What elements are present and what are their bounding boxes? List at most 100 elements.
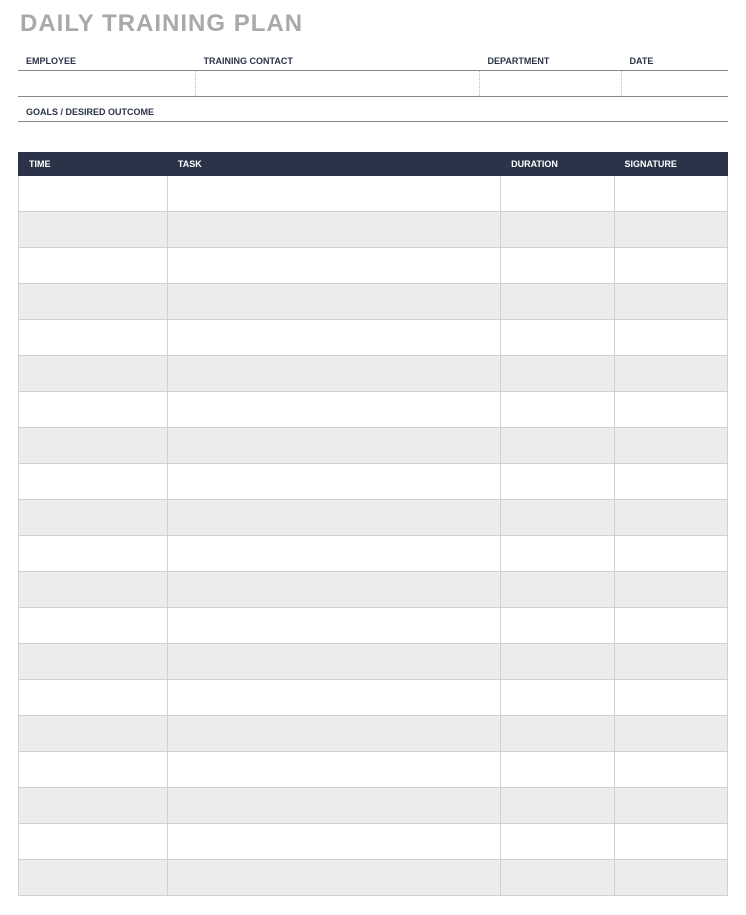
signature-header: SIGNATURE [614, 153, 727, 176]
signature-cell[interactable] [614, 536, 727, 572]
duration-header: DURATION [501, 153, 614, 176]
task-cell[interactable] [167, 356, 500, 392]
signature-cell[interactable] [614, 428, 727, 464]
duration-cell[interactable] [501, 176, 614, 212]
date-cell[interactable] [622, 71, 729, 97]
duration-cell[interactable] [501, 572, 614, 608]
signature-cell[interactable] [614, 824, 727, 860]
task-cell[interactable] [167, 212, 500, 248]
table-row [19, 500, 728, 536]
duration-cell[interactable] [501, 608, 614, 644]
time-cell[interactable] [19, 788, 168, 824]
task-cell[interactable] [167, 788, 500, 824]
time-cell[interactable] [19, 248, 168, 284]
task-cell[interactable] [167, 824, 500, 860]
duration-cell[interactable] [501, 356, 614, 392]
table-row [19, 572, 728, 608]
task-cell[interactable] [167, 680, 500, 716]
duration-cell[interactable] [501, 500, 614, 536]
signature-cell[interactable] [614, 248, 727, 284]
time-cell[interactable] [19, 608, 168, 644]
department-header: DEPARTMENT [480, 52, 622, 71]
signature-cell[interactable] [614, 212, 727, 248]
task-cell[interactable] [167, 284, 500, 320]
time-cell[interactable] [19, 752, 168, 788]
task-cell[interactable] [167, 644, 500, 680]
time-cell[interactable] [19, 860, 168, 896]
time-cell[interactable] [19, 212, 168, 248]
time-cell[interactable] [19, 680, 168, 716]
time-cell[interactable] [19, 464, 168, 500]
signature-cell[interactable] [614, 608, 727, 644]
table-row [19, 320, 728, 356]
schedule-table: TIME TASK DURATION SIGNATURE [18, 152, 728, 896]
task-cell[interactable] [167, 860, 500, 896]
time-cell[interactable] [19, 356, 168, 392]
task-cell[interactable] [167, 428, 500, 464]
time-header: TIME [19, 153, 168, 176]
time-cell[interactable] [19, 500, 168, 536]
time-cell[interactable] [19, 392, 168, 428]
signature-cell[interactable] [614, 284, 727, 320]
task-cell[interactable] [167, 536, 500, 572]
signature-cell[interactable] [614, 500, 727, 536]
duration-cell[interactable] [501, 788, 614, 824]
task-cell[interactable] [167, 716, 500, 752]
table-row [19, 860, 728, 896]
goals-table: GOALS / DESIRED OUTCOME [18, 103, 728, 122]
page-title: DAILY TRAINING PLAN [20, 10, 728, 38]
duration-cell[interactable] [501, 284, 614, 320]
task-cell[interactable] [167, 248, 500, 284]
task-cell[interactable] [167, 608, 500, 644]
signature-cell[interactable] [614, 860, 727, 896]
signature-cell[interactable] [614, 572, 727, 608]
duration-cell[interactable] [501, 644, 614, 680]
goals-header: GOALS / DESIRED OUTCOME [18, 103, 728, 122]
signature-cell[interactable] [614, 716, 727, 752]
time-cell[interactable] [19, 644, 168, 680]
time-cell[interactable] [19, 716, 168, 752]
duration-cell[interactable] [501, 320, 614, 356]
time-cell[interactable] [19, 320, 168, 356]
table-row [19, 788, 728, 824]
signature-cell[interactable] [614, 644, 727, 680]
task-cell[interactable] [167, 464, 500, 500]
signature-cell[interactable] [614, 680, 727, 716]
signature-cell[interactable] [614, 788, 727, 824]
signature-cell[interactable] [614, 464, 727, 500]
duration-cell[interactable] [501, 824, 614, 860]
task-cell[interactable] [167, 572, 500, 608]
time-cell[interactable] [19, 176, 168, 212]
time-cell[interactable] [19, 428, 168, 464]
duration-cell[interactable] [501, 752, 614, 788]
signature-cell[interactable] [614, 320, 727, 356]
duration-cell[interactable] [501, 392, 614, 428]
duration-cell[interactable] [501, 464, 614, 500]
signature-cell[interactable] [614, 176, 727, 212]
task-cell[interactable] [167, 320, 500, 356]
table-row [19, 392, 728, 428]
table-row [19, 752, 728, 788]
time-cell[interactable] [19, 824, 168, 860]
contact-cell[interactable] [196, 71, 480, 97]
duration-cell[interactable] [501, 248, 614, 284]
task-cell[interactable] [167, 176, 500, 212]
table-row [19, 356, 728, 392]
time-cell[interactable] [19, 572, 168, 608]
task-cell[interactable] [167, 392, 500, 428]
department-cell[interactable] [480, 71, 622, 97]
signature-cell[interactable] [614, 392, 727, 428]
duration-cell[interactable] [501, 212, 614, 248]
duration-cell[interactable] [501, 860, 614, 896]
duration-cell[interactable] [501, 716, 614, 752]
duration-cell[interactable] [501, 428, 614, 464]
duration-cell[interactable] [501, 536, 614, 572]
duration-cell[interactable] [501, 680, 614, 716]
task-cell[interactable] [167, 752, 500, 788]
time-cell[interactable] [19, 536, 168, 572]
employee-cell[interactable] [18, 71, 196, 97]
signature-cell[interactable] [614, 356, 727, 392]
time-cell[interactable] [19, 284, 168, 320]
signature-cell[interactable] [614, 752, 727, 788]
task-cell[interactable] [167, 500, 500, 536]
